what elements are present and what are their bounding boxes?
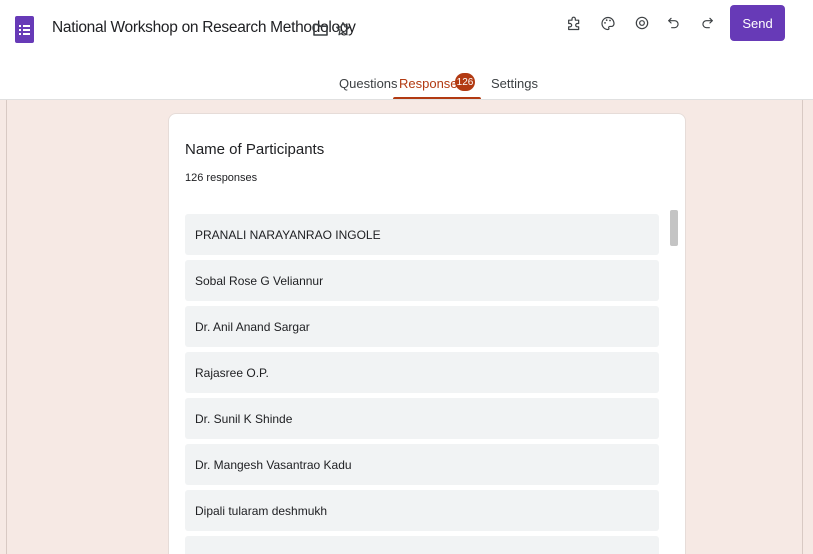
eye-icon[interactable] (633, 13, 651, 33)
response-item: Dr. Anil Anand Sargar (185, 306, 659, 347)
app-header: National Workshop on Research Methodolog… (0, 0, 813, 100)
response-item: Dr. Sunil K Shinde (185, 398, 659, 439)
palette-icon[interactable] (599, 13, 617, 33)
puzzle-icon[interactable] (565, 13, 583, 33)
response-text: Dr. Sunil K Shinde (195, 412, 293, 426)
response-count: 126 responses (185, 172, 258, 184)
response-text: Rajasree O.P. (195, 366, 269, 380)
left-divider (6, 100, 7, 554)
response-item: Sobal Rose G Veliannur (185, 260, 659, 301)
tab-questions[interactable]: Questions (339, 76, 398, 91)
question-title: Name of Participants (185, 141, 325, 158)
tab-settings[interactable]: Settings (491, 76, 538, 91)
responses-count-badge: 126 (455, 73, 475, 91)
response-text: Dr. Mangesh Vasantrao Kadu (195, 458, 352, 472)
response-item: PRANALI NARAYANRAO INGOLE (185, 214, 659, 255)
response-text: PRANALI NARAYANRAO INGOLE (195, 228, 381, 242)
star-icon[interactable] (334, 19, 352, 39)
scrollbar-thumb[interactable] (670, 210, 678, 246)
response-item: Rajasree O.P. (185, 352, 659, 393)
folder-icon[interactable] (311, 20, 329, 38)
question-response-card: Name of Participants 126 responses PRANA… (168, 113, 686, 554)
response-text: Dr. Anil Anand Sargar (195, 320, 310, 334)
send-button[interactable]: Send (730, 5, 785, 41)
redo-icon[interactable] (698, 13, 716, 33)
undo-icon[interactable] (665, 13, 683, 33)
response-item (185, 536, 659, 554)
right-divider (802, 100, 803, 554)
forms-logo-icon[interactable] (15, 16, 34, 43)
response-text: Sobal Rose G Veliannur (195, 274, 324, 288)
response-item: Dipali tularam deshmukh (185, 490, 659, 531)
response-text: Dipali tularam deshmukh (195, 504, 328, 518)
response-item: Dr. Mangesh Vasantrao Kadu (185, 444, 659, 485)
